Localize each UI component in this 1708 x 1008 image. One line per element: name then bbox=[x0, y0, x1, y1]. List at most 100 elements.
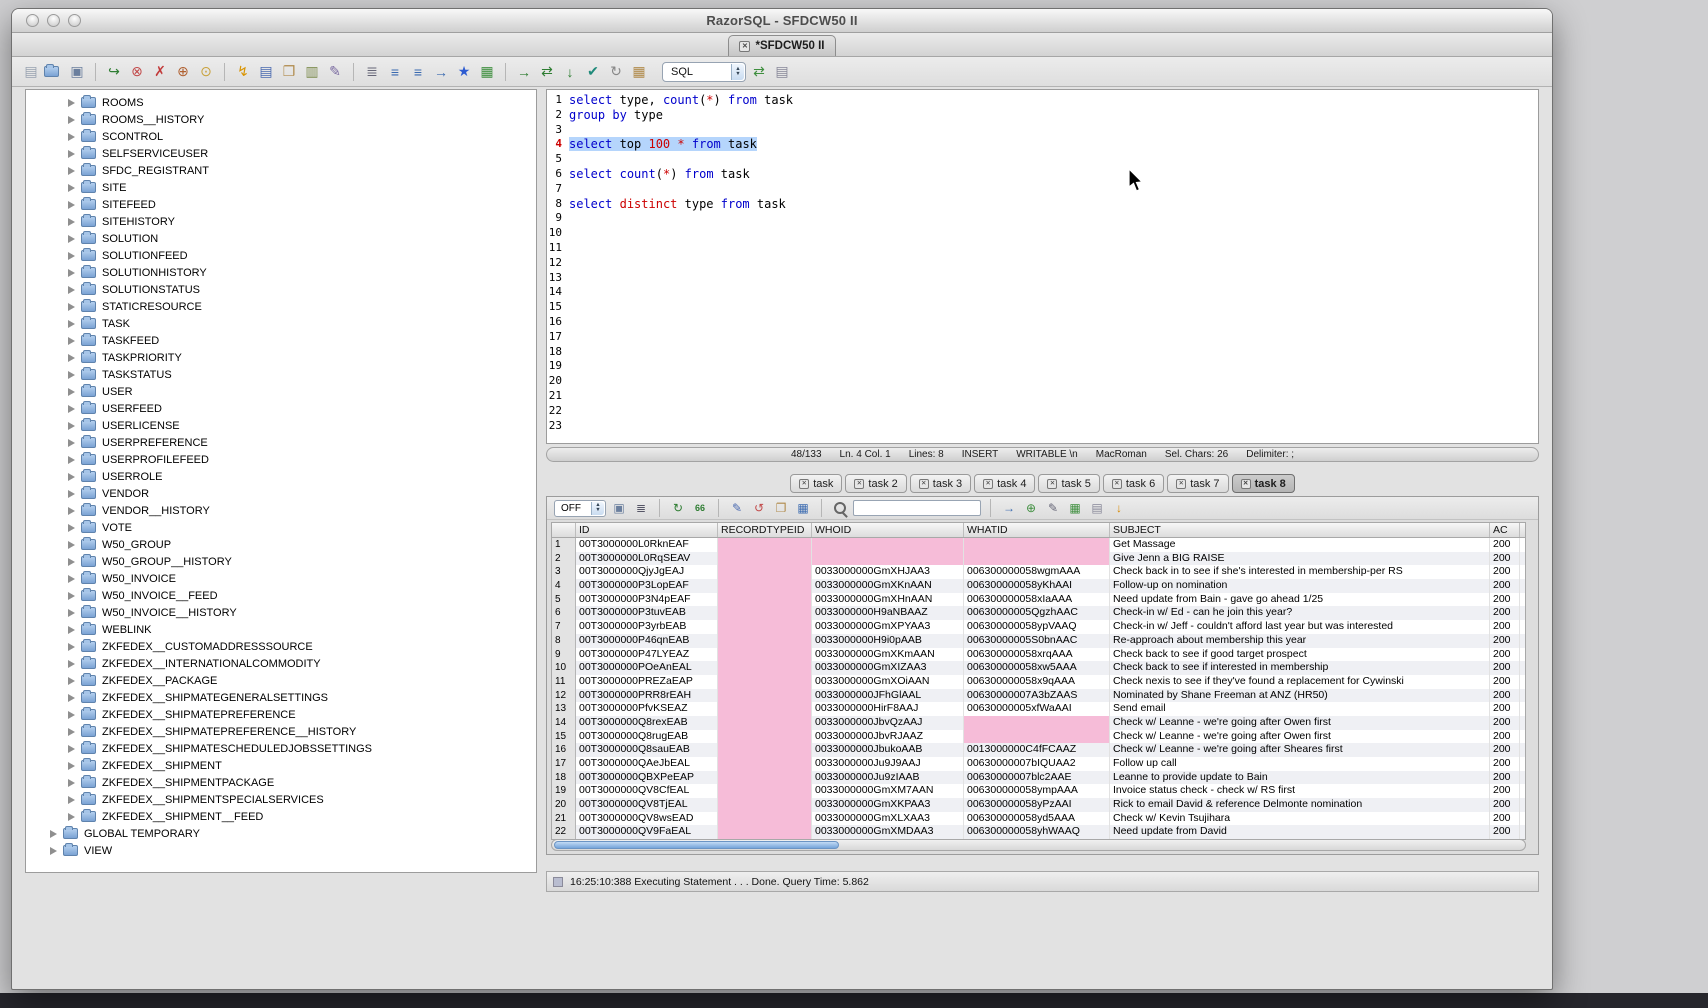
disclosure-triangle-icon[interactable] bbox=[68, 541, 75, 549]
tree-item-w50-invoice[interactable]: W50_INVOICE bbox=[26, 570, 536, 587]
table-row[interactable]: 1800T3000000QBXPeEAP0033000000Ju9zIAAB00… bbox=[552, 771, 1525, 785]
close-tab-icon[interactable]: ✕ bbox=[799, 479, 809, 489]
tree-item-rooms[interactable]: ROOMS bbox=[26, 94, 536, 111]
cell-subject[interactable]: Follow up call bbox=[1110, 757, 1490, 771]
title-bar[interactable]: RazorSQL - SFDCW50 II bbox=[12, 9, 1552, 33]
table-row[interactable]: 1600T3000000Q8sauEAB0033000000JbukoAAB00… bbox=[552, 743, 1525, 757]
results-window-button[interactable]: ▤ bbox=[772, 62, 792, 82]
cell-id[interactable]: 00T3000000P46qnEAB bbox=[576, 634, 718, 648]
auto-commit-button[interactable]: ⇄ bbox=[749, 62, 769, 82]
editor-line[interactable]: 5 bbox=[547, 152, 1538, 167]
cell-id[interactable]: 00T3000000QV8wsEAD bbox=[576, 812, 718, 826]
disclosure-triangle-icon[interactable] bbox=[68, 133, 75, 141]
cell-ac[interactable]: 200 bbox=[1490, 675, 1520, 689]
table-row[interactable]: 1400T3000000Q8rexEAB0033000000JbvQzAAJCh… bbox=[552, 716, 1525, 730]
cell-subject[interactable]: Leanne to provide update to Bain bbox=[1110, 771, 1490, 785]
edit-document-button[interactable]: ✎ bbox=[325, 62, 345, 82]
tree-item-w50-group[interactable]: W50_GROUP bbox=[26, 536, 536, 553]
cell-subject[interactable]: Check nexis to see if they've found a re… bbox=[1110, 675, 1490, 689]
cell-id[interactable]: 00T3000000QV9FaEAL bbox=[576, 825, 718, 839]
disclosure-triangle-icon[interactable] bbox=[68, 235, 75, 243]
paste-button[interactable]: ▥ bbox=[302, 62, 322, 82]
close-tab-icon[interactable]: ✕ bbox=[919, 479, 929, 489]
cell-ac[interactable]: 200 bbox=[1490, 689, 1520, 703]
cell-recordtypeid[interactable] bbox=[718, 702, 812, 716]
editor-line[interactable]: 1select type, count(*) from task bbox=[547, 93, 1538, 108]
cell-ac[interactable]: 200 bbox=[1490, 620, 1520, 634]
cell-id[interactable]: 00T3000000QjyJgEAJ bbox=[576, 565, 718, 579]
editor-line[interactable]: 21 bbox=[547, 389, 1538, 404]
close-document-icon[interactable]: ✕ bbox=[739, 41, 750, 52]
table-row[interactable]: 900T3000000P47LYEAZ0033000000GmXKmAAN006… bbox=[552, 648, 1525, 662]
copy-button[interactable]: ❐ bbox=[279, 62, 299, 82]
disclosure-triangle-icon[interactable] bbox=[68, 405, 75, 413]
tree-item-scontrol[interactable]: SCONTROL bbox=[26, 128, 536, 145]
cell-id[interactable]: 00T3000000PRR8rEAH bbox=[576, 689, 718, 703]
align-sql-button[interactable]: ≡ bbox=[408, 62, 428, 82]
cell-subject[interactable]: Check back to see if interested in membe… bbox=[1110, 661, 1490, 675]
cell-recordtypeid[interactable] bbox=[718, 579, 812, 593]
cell-whatid[interactable]: 006300000058yPzAAI bbox=[964, 798, 1110, 812]
table-row[interactable]: 2000T3000000QV8TjEAL0033000000GmXKPAA300… bbox=[552, 798, 1525, 812]
result-tab-task-6[interactable]: ✕task 6 bbox=[1103, 474, 1164, 493]
disclosure-triangle-icon[interactable] bbox=[68, 167, 75, 175]
scrollbar-thumb[interactable] bbox=[554, 841, 839, 849]
panel-splitter[interactable] bbox=[537, 89, 546, 873]
cell-id[interactable]: 00T3000000QV8TjEAL bbox=[576, 798, 718, 812]
cell-whoid[interactable]: 0033000000H9i0pAAB bbox=[812, 634, 964, 648]
redo-button[interactable]: ↻ bbox=[606, 62, 626, 82]
cell-subject[interactable]: Check w/ Leanne - we're going after Shea… bbox=[1110, 743, 1490, 757]
create-object-button[interactable]: ⊕ bbox=[173, 62, 193, 82]
minimize-window-button[interactable] bbox=[47, 14, 60, 27]
cell-ac[interactable]: 200 bbox=[1490, 702, 1520, 716]
cell-id[interactable]: 00T3000000QAeJbEAL bbox=[576, 757, 718, 771]
tree-item-zkfedex-customaddresssource[interactable]: ZKFEDEX__CUSTOMADDRESSSOURCE bbox=[26, 638, 536, 655]
table-row[interactable]: 200T3000000L0RqSEAVGive Jenn a BIG RAISE… bbox=[552, 552, 1525, 566]
editor-line[interactable]: 18 bbox=[547, 345, 1538, 360]
table-row[interactable]: 500T3000000P3N4pEAF0033000000GmXHnAAN006… bbox=[552, 593, 1525, 607]
describe-object-button[interactable]: ⊙ bbox=[196, 62, 216, 82]
cell-id[interactable]: 00T3000000Q8rugEAB bbox=[576, 730, 718, 744]
cell-recordtypeid[interactable] bbox=[718, 565, 812, 579]
edit-row-button[interactable]: ✎ bbox=[1044, 499, 1062, 517]
editor-line[interactable]: 3 bbox=[547, 123, 1538, 138]
new-file-button[interactable]: ▤ bbox=[21, 62, 41, 82]
editor-line[interactable]: 17 bbox=[547, 330, 1538, 345]
editor-line[interactable]: 19 bbox=[547, 359, 1538, 374]
cell-whoid[interactable]: 0033000000GmXM7AAN bbox=[812, 784, 964, 798]
cell-whatid[interactable]: 006300000058xrqAAA bbox=[964, 648, 1110, 662]
save-results-button[interactable]: ▣ bbox=[610, 499, 628, 517]
copy-results-button[interactable]: ❐ bbox=[772, 499, 790, 517]
cell-whoid[interactable]: 0033000000Ju9J9AAJ bbox=[812, 757, 964, 771]
cell-whoid[interactable]: 0033000000GmXIZAA3 bbox=[812, 661, 964, 675]
cell-whatid[interactable]: 00630000007A3bZAAS bbox=[964, 689, 1110, 703]
download-results-button[interactable]: ↓ bbox=[1110, 499, 1128, 517]
tree-item-w50-group-history[interactable]: W50_GROUP__HISTORY bbox=[26, 553, 536, 570]
results-search-input[interactable] bbox=[853, 500, 981, 516]
schedule-button[interactable]: ▦ bbox=[629, 62, 649, 82]
cell-id[interactable]: 00T3000000L0RknEAF bbox=[576, 538, 718, 552]
cell-subject[interactable]: Invoice status check - check w/ RS first bbox=[1110, 784, 1490, 798]
cell-whoid[interactable] bbox=[812, 552, 964, 566]
editor-line[interactable]: 20 bbox=[547, 374, 1538, 389]
table-row[interactable]: 1300T3000000PfvKSEAZ0033000000HirF8AAJ00… bbox=[552, 702, 1525, 716]
cell-whoid[interactable]: 0033000000GmXKnAAN bbox=[812, 579, 964, 593]
editor-line[interactable]: 8select distinct type from task bbox=[547, 197, 1538, 212]
editor-line[interactable]: 13 bbox=[547, 271, 1538, 286]
tree-item-zkfedex-shipmentpackage[interactable]: ZKFEDEX__SHIPMENTPACKAGE bbox=[26, 774, 536, 791]
cell-whoid[interactable]: 0033000000GmXLXAA3 bbox=[812, 812, 964, 826]
zoom-window-button[interactable] bbox=[68, 14, 81, 27]
cell-whoid[interactable]: 0033000000GmXKPAA3 bbox=[812, 798, 964, 812]
export-results-button[interactable]: ▦ bbox=[1066, 499, 1084, 517]
editor-line[interactable]: 22 bbox=[547, 404, 1538, 419]
cell-ac[interactable]: 200 bbox=[1490, 730, 1520, 744]
column-header-ac[interactable]: AC bbox=[1490, 523, 1520, 537]
tree-item-sitefeed[interactable]: SITEFEED bbox=[26, 196, 536, 213]
tree-item-userprofilefeed[interactable]: USERPROFILEFEED bbox=[26, 451, 536, 468]
reexecute-query-button[interactable]: ↻ bbox=[669, 499, 687, 517]
cell-whatid[interactable] bbox=[964, 730, 1110, 744]
disclosure-triangle-icon[interactable] bbox=[68, 643, 75, 651]
disclosure-triangle-icon[interactable] bbox=[68, 422, 75, 430]
table-row[interactable]: 100T3000000L0RknEAFGet Massage200 bbox=[552, 538, 1525, 552]
tree-item-taskfeed[interactable]: TASKFEED bbox=[26, 332, 536, 349]
